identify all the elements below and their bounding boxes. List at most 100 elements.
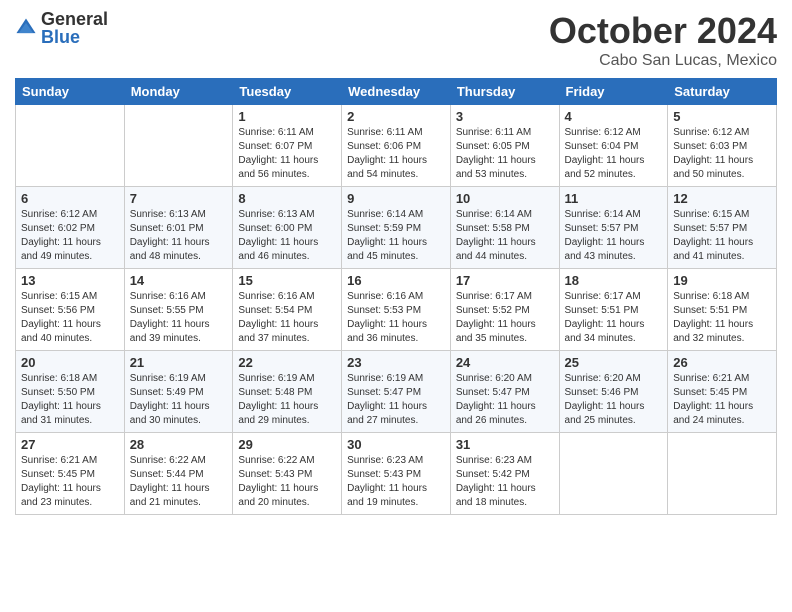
day-info: Sunrise: 6:16 AM Sunset: 5:55 PM Dayligh… (130, 290, 228, 346)
day-info: Sunrise: 6:23 AM Sunset: 5:43 PM Dayligh… (347, 454, 445, 510)
day-number: 18 (565, 273, 663, 288)
calendar-cell: 31 Sunrise: 6:23 AM Sunset: 5:42 PM Dayli… (450, 433, 559, 515)
calendar-cell: 4 Sunrise: 6:12 AM Sunset: 6:04 PM Daylig… (559, 105, 668, 187)
day-info: Sunrise: 6:19 AM Sunset: 5:47 PM Dayligh… (347, 372, 445, 428)
day-number: 26 (673, 355, 771, 370)
calendar-cell: 27Sunrise: 6:21 AM Sunset: 5:45 PM Dayli… (16, 433, 125, 515)
header-tuesday: Tuesday (233, 79, 342, 105)
day-info: Sunrise: 6:11 AM Sunset: 6:05 PM Dayligh… (456, 126, 554, 182)
calendar-cell: 14 Sunrise: 6:16 AM Sunset: 5:55 PM Dayli… (124, 269, 233, 351)
calendar-cell: 1Sunrise: 6:11 AM Sunset: 6:07 PM Daylig… (233, 105, 342, 187)
day-info: Sunrise: 6:17 AM Sunset: 5:52 PM Dayligh… (456, 290, 554, 346)
calendar-cell: 19 Sunrise: 6:18 AM Sunset: 5:51 PM Dayli… (668, 269, 777, 351)
calendar-cell (668, 433, 777, 515)
calendar-week-2: 6 Sunrise: 6:12 AM Sunset: 6:02 PM Daylig… (16, 187, 777, 269)
day-info: Sunrise: 6:18 AM Sunset: 5:50 PM Dayligh… (21, 372, 119, 428)
day-number: 10 (456, 191, 554, 206)
location: Cabo San Lucas, Mexico (549, 52, 777, 70)
day-number: 22 (238, 355, 336, 370)
day-info: Sunrise: 6:16 AM Sunset: 5:53 PM Dayligh… (347, 290, 445, 346)
day-number: 3 (456, 109, 554, 124)
day-info: Sunrise: 6:18 AM Sunset: 5:51 PM Dayligh… (673, 290, 771, 346)
calendar-cell: 26 Sunrise: 6:21 AM Sunset: 5:45 PM Dayli… (668, 351, 777, 433)
calendar-cell: 3 Sunrise: 6:11 AM Sunset: 6:05 PM Daylig… (450, 105, 559, 187)
day-info: Sunrise: 6:22 AM Sunset: 5:44 PM Dayligh… (130, 454, 228, 510)
day-number: 30 (347, 437, 445, 452)
day-number: 25 (565, 355, 663, 370)
day-number: 13 (21, 273, 119, 288)
day-number: 15 (238, 273, 336, 288)
day-info: Sunrise: 6:12 AM Sunset: 6:04 PM Dayligh… (565, 126, 663, 182)
day-info: Sunrise: 6:11 AM Sunset: 6:07 PM Dayligh… (238, 126, 336, 182)
day-number: 29 (238, 437, 336, 452)
day-info: Sunrise: 6:19 AM Sunset: 5:49 PM Dayligh… (130, 372, 228, 428)
day-number: 4 (565, 109, 663, 124)
day-info: Sunrise: 6:15 AM Sunset: 5:56 PM Dayligh… (21, 290, 119, 346)
calendar-cell: 11Sunrise: 6:14 AM Sunset: 5:57 PM Dayli… (559, 187, 668, 269)
day-number: 27 (21, 437, 119, 452)
day-info: Sunrise: 6:14 AM Sunset: 5:58 PM Dayligh… (456, 208, 554, 264)
day-number: 5 (673, 109, 771, 124)
day-number: 19 (673, 273, 771, 288)
day-info: Sunrise: 6:14 AM Sunset: 5:59 PM Dayligh… (347, 208, 445, 264)
day-info: Sunrise: 6:20 AM Sunset: 5:46 PM Dayligh… (565, 372, 663, 428)
header-sunday: Sunday (16, 79, 125, 105)
calendar-cell: 6 Sunrise: 6:12 AM Sunset: 6:02 PM Daylig… (16, 187, 125, 269)
title-area: October 2024 Cabo San Lucas, Mexico (549, 10, 777, 70)
header-friday: Friday (559, 79, 668, 105)
day-info: Sunrise: 6:12 AM Sunset: 6:02 PM Dayligh… (21, 208, 119, 264)
calendar-cell: 29 Sunrise: 6:22 AM Sunset: 5:43 PM Dayli… (233, 433, 342, 515)
calendar-cell: 16 Sunrise: 6:16 AM Sunset: 5:53 PM Dayli… (342, 269, 451, 351)
calendar-week-5: 27Sunrise: 6:21 AM Sunset: 5:45 PM Dayli… (16, 433, 777, 515)
calendar-cell: 30 Sunrise: 6:23 AM Sunset: 5:43 PM Dayli… (342, 433, 451, 515)
calendar-cell: 12Sunrise: 6:15 AM Sunset: 5:57 PM Dayli… (668, 187, 777, 269)
calendar-cell: 18Sunrise: 6:17 AM Sunset: 5:51 PM Dayli… (559, 269, 668, 351)
calendar-cell: 7 Sunrise: 6:13 AM Sunset: 6:01 PM Daylig… (124, 187, 233, 269)
header-saturday: Saturday (668, 79, 777, 105)
day-info: Sunrise: 6:11 AM Sunset: 6:06 PM Dayligh… (347, 126, 445, 182)
day-number: 16 (347, 273, 445, 288)
day-info: Sunrise: 6:20 AM Sunset: 5:47 PM Dayligh… (456, 372, 554, 428)
day-number: 11 (565, 191, 663, 206)
day-info: Sunrise: 6:16 AM Sunset: 5:54 PM Dayligh… (238, 290, 336, 346)
logo-icon (15, 17, 37, 39)
calendar-week-4: 20Sunrise: 6:18 AM Sunset: 5:50 PM Dayli… (16, 351, 777, 433)
logo-blue: Blue (41, 28, 108, 46)
day-number: 7 (130, 191, 228, 206)
calendar-week-1: 1Sunrise: 6:11 AM Sunset: 6:07 PM Daylig… (16, 105, 777, 187)
day-number: 17 (456, 273, 554, 288)
header-thursday: Thursday (450, 79, 559, 105)
logo: General Blue (15, 10, 108, 46)
calendar-cell: 15 Sunrise: 6:16 AM Sunset: 5:54 PM Dayli… (233, 269, 342, 351)
day-number: 12 (673, 191, 771, 206)
day-info: Sunrise: 6:22 AM Sunset: 5:43 PM Dayligh… (238, 454, 336, 510)
day-number: 14 (130, 273, 228, 288)
calendar-cell: 24 Sunrise: 6:20 AM Sunset: 5:47 PM Dayli… (450, 351, 559, 433)
day-number: 9 (347, 191, 445, 206)
month-title: October 2024 (549, 10, 777, 52)
calendar-cell: 17 Sunrise: 6:17 AM Sunset: 5:52 PM Dayli… (450, 269, 559, 351)
calendar-cell: 28 Sunrise: 6:22 AM Sunset: 5:44 PM Dayli… (124, 433, 233, 515)
day-info: Sunrise: 6:19 AM Sunset: 5:48 PM Dayligh… (238, 372, 336, 428)
logo-general: General (41, 10, 108, 28)
day-number: 28 (130, 437, 228, 452)
calendar-cell: 20Sunrise: 6:18 AM Sunset: 5:50 PM Dayli… (16, 351, 125, 433)
calendar-cell: 2 Sunrise: 6:11 AM Sunset: 6:06 PM Daylig… (342, 105, 451, 187)
day-number: 23 (347, 355, 445, 370)
calendar-week-3: 13 Sunrise: 6:15 AM Sunset: 5:56 PM Dayli… (16, 269, 777, 351)
day-number: 24 (456, 355, 554, 370)
calendar-header-row: SundayMondayTuesdayWednesdayThursdayFrid… (16, 79, 777, 105)
day-info: Sunrise: 6:21 AM Sunset: 5:45 PM Dayligh… (673, 372, 771, 428)
header-wednesday: Wednesday (342, 79, 451, 105)
day-info: Sunrise: 6:23 AM Sunset: 5:42 PM Dayligh… (456, 454, 554, 510)
calendar-cell: 25 Sunrise: 6:20 AM Sunset: 5:46 PM Dayli… (559, 351, 668, 433)
day-number: 6 (21, 191, 119, 206)
calendar-cell: 5Sunrise: 6:12 AM Sunset: 6:03 PM Daylig… (668, 105, 777, 187)
day-info: Sunrise: 6:13 AM Sunset: 6:01 PM Dayligh… (130, 208, 228, 264)
day-number: 2 (347, 109, 445, 124)
day-number: 31 (456, 437, 554, 452)
day-number: 21 (130, 355, 228, 370)
day-number: 8 (238, 191, 336, 206)
header-monday: Monday (124, 79, 233, 105)
calendar-cell: 23 Sunrise: 6:19 AM Sunset: 5:47 PM Dayli… (342, 351, 451, 433)
